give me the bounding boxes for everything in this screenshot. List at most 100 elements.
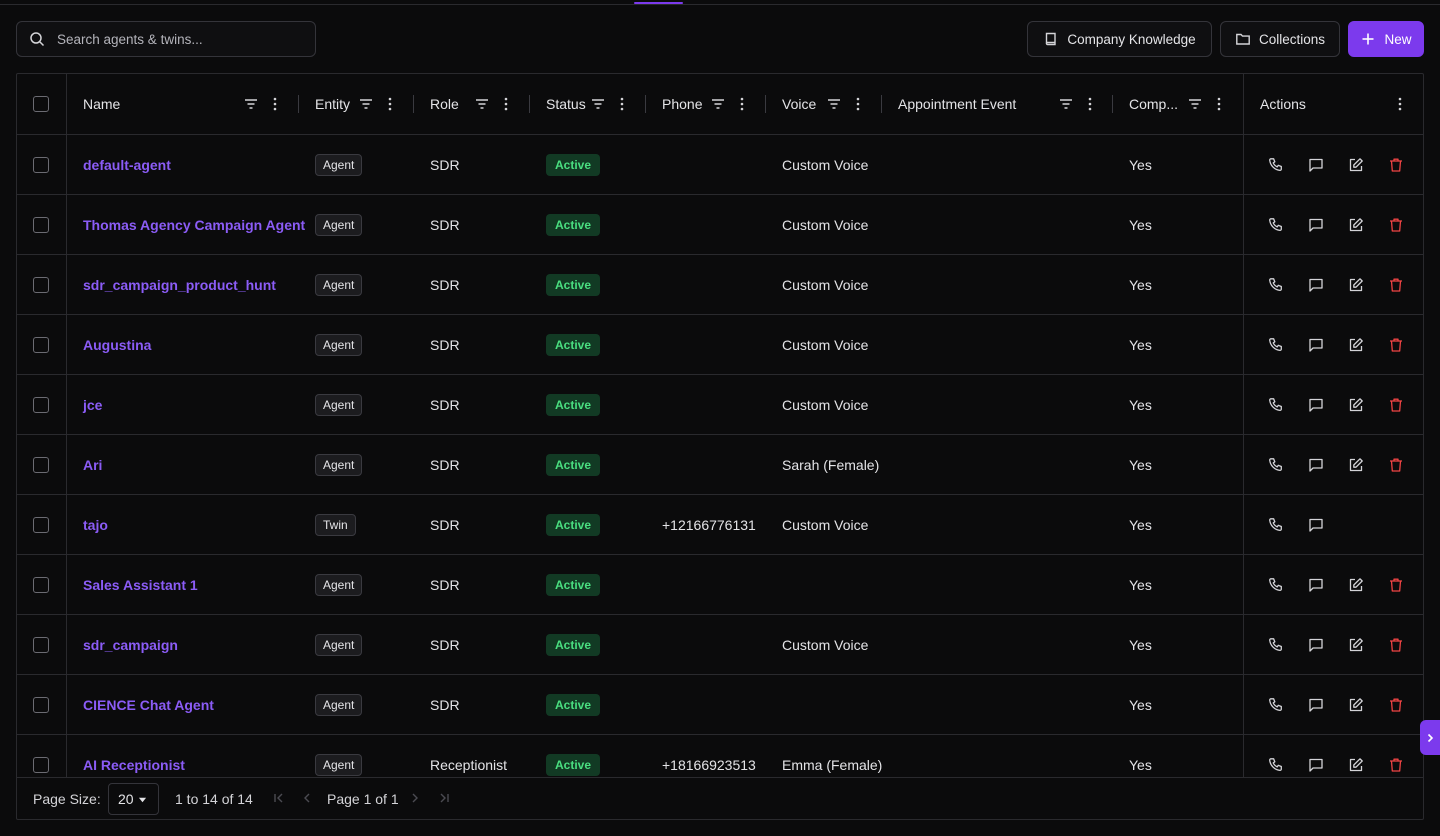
page-size-select[interactable]: 20 [108,783,159,815]
table-row[interactable]: sdr_campaign_product_hunt Agent SDR Active C… [17,255,1423,315]
expand-panel-button[interactable] [1420,720,1440,755]
trash-icon[interactable] [1388,637,1404,653]
chat-icon[interactable] [1308,757,1324,773]
trash-icon[interactable] [1388,457,1404,473]
column-header-status[interactable]: Status [546,74,586,134]
row-select-checkbox[interactable] [33,637,49,653]
row-select-checkbox[interactable] [33,697,49,713]
edit-icon[interactable] [1348,577,1364,593]
filter-icon[interactable] [358,96,374,112]
agent-name-link[interactable]: sdr_campaign_product_hunt [83,277,276,293]
trash-icon[interactable] [1388,697,1404,713]
edit-icon[interactable] [1348,757,1364,773]
filter-icon[interactable] [1187,96,1203,112]
chat-icon[interactable] [1308,337,1324,353]
search-box[interactable] [16,21,316,57]
previous-page-icon[interactable] [300,791,314,805]
filter-icon[interactable] [474,96,490,112]
agent-name-link[interactable]: Sales Assistant 1 [83,577,198,593]
trash-icon[interactable] [1388,577,1404,593]
column-menu-icon[interactable] [382,96,398,112]
agent-name-link[interactable]: CIENCE Chat Agent [83,697,214,713]
table-row[interactable]: default-agent Agent SDR Active Custom Voice Y… [17,135,1423,195]
chat-icon[interactable] [1308,217,1324,233]
call-icon[interactable] [1268,577,1284,593]
agent-name-link[interactable]: AI Receptionist [83,757,185,773]
row-select-checkbox[interactable] [33,577,49,593]
edit-icon[interactable] [1348,637,1364,653]
column-header-entity[interactable]: Entity [315,74,350,134]
table-row[interactable]: sdr_campaign Agent SDR Active Custom Voice Ye… [17,615,1423,675]
row-select-checkbox[interactable] [33,457,49,473]
column-header-voice[interactable]: Voice [782,74,816,134]
column-menu-icon[interactable] [614,96,630,112]
next-page-icon[interactable] [408,791,422,805]
column-menu-icon[interactable] [850,96,866,112]
chat-icon[interactable] [1308,157,1324,173]
first-page-icon[interactable] [272,791,286,805]
column-menu-icon[interactable] [498,96,514,112]
edit-icon[interactable] [1348,277,1364,293]
edit-icon[interactable] [1348,217,1364,233]
column-menu-icon[interactable] [267,96,283,112]
column-header-appointment-event[interactable]: Appointment Event [898,74,1016,134]
last-page-icon[interactable] [437,791,451,805]
call-icon[interactable] [1268,697,1284,713]
agent-name-link[interactable]: jce [83,397,102,413]
new-button[interactable]: New [1348,21,1424,57]
table-row[interactable]: jce Agent SDR Active Custom Voice Yes [17,375,1423,435]
filter-icon[interactable] [243,96,259,112]
chat-icon[interactable] [1308,697,1324,713]
table-row[interactable]: Thomas Agency Campaign Agent Agent SDR Acti… [17,195,1423,255]
call-icon[interactable] [1268,517,1284,533]
edit-icon[interactable] [1348,457,1364,473]
row-select-checkbox[interactable] [33,277,49,293]
column-header-phone[interactable]: Phone [662,74,702,134]
edit-icon[interactable] [1348,397,1364,413]
chat-icon[interactable] [1308,577,1324,593]
call-icon[interactable] [1268,457,1284,473]
row-select-checkbox[interactable] [33,517,49,533]
filter-icon[interactable] [826,96,842,112]
column-menu-icon[interactable] [734,96,750,112]
company-knowledge-button[interactable]: Company Knowledge [1027,21,1212,57]
chat-icon[interactable] [1308,637,1324,653]
filter-icon[interactable] [590,96,606,112]
call-icon[interactable] [1268,157,1284,173]
call-icon[interactable] [1268,217,1284,233]
table-row[interactable]: tajo Twin SDR Active +12166776131 Custom Voic… [17,495,1423,555]
chat-icon[interactable] [1308,457,1324,473]
collections-button[interactable]: Collections [1220,21,1340,57]
trash-icon[interactable] [1388,217,1404,233]
agent-name-link[interactable]: Thomas Agency Campaign Agent [83,217,305,233]
edit-icon[interactable] [1348,157,1364,173]
row-select-checkbox[interactable] [33,217,49,233]
trash-icon[interactable] [1388,757,1404,773]
call-icon[interactable] [1268,397,1284,413]
filter-icon[interactable] [710,96,726,112]
agent-name-link[interactable]: tajo [83,517,108,533]
column-menu-icon[interactable] [1082,96,1098,112]
call-icon[interactable] [1268,277,1284,293]
row-select-checkbox[interactable] [33,757,49,773]
column-header-name[interactable]: Name [83,74,120,134]
table-row[interactable]: Augustina Agent SDR Active Custom Voice Yes [17,315,1423,375]
column-menu-icon[interactable] [1211,96,1227,112]
agent-name-link[interactable]: Augustina [83,337,151,353]
agent-name-link[interactable]: default-agent [83,157,171,173]
call-icon[interactable] [1268,637,1284,653]
chat-icon[interactable] [1308,277,1324,293]
chat-icon[interactable] [1308,397,1324,413]
row-select-checkbox[interactable] [33,157,49,173]
table-row[interactable]: Sales Assistant 1 Agent SDR Active Yes [17,555,1423,615]
filter-icon[interactable] [1058,96,1074,112]
chat-icon[interactable] [1308,517,1324,533]
select-all-checkbox[interactable] [33,96,49,112]
edit-icon[interactable] [1348,697,1364,713]
column-menu-icon[interactable] [1392,96,1408,112]
trash-icon[interactable] [1388,337,1404,353]
search-input[interactable] [57,31,287,47]
row-select-checkbox[interactable] [33,337,49,353]
table-row[interactable]: CIENCE Chat Agent Agent SDR Active Yes [17,675,1423,735]
column-header-comp[interactable]: Comp... [1129,74,1178,134]
